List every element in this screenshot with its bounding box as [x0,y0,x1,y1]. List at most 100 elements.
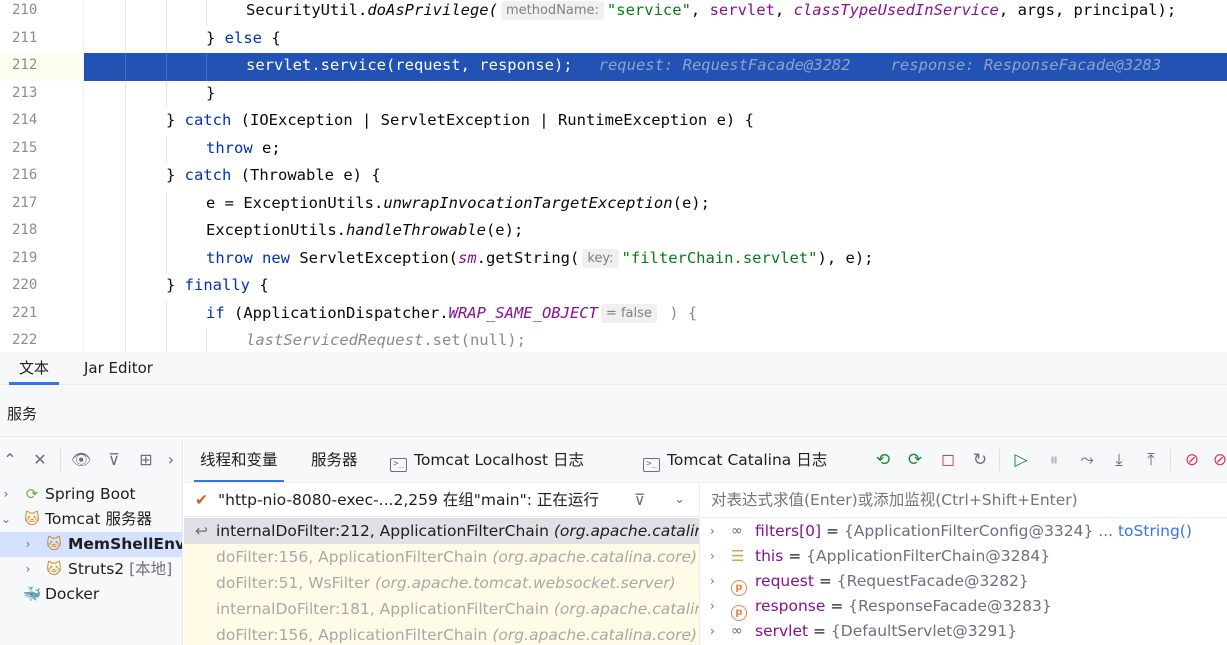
restart-debug-icon[interactable]: ⟳ [904,449,926,471]
code-text: throw e; [206,138,281,157]
code-line[interactable]: 210 SecurityUtil.doAsPrivilege(methodNam… [0,0,1227,26]
param-hint: key: [582,248,619,268]
code-text: } finally { [166,276,269,294]
code-text: lastServicedRequest.set(null); [246,331,526,349]
tab-threads-variables[interactable]: 线程和变量 [194,437,283,482]
editor-bottom-tabs: 文本 Jar Editor [0,352,1227,385]
filter-icon[interactable]: ⊽ [104,450,124,469]
eye-icon[interactable]: 👁 [71,450,91,469]
tree-item-memshellenv[interactable]: › 🐱 MemShellEnv [0,532,182,557]
variable-row[interactable]: › p request = {RequestFacade@3282} [701,569,1227,596]
collapse-all-icon[interactable]: ✕ [30,450,50,469]
field-watch-icon: ∞ [731,623,743,639]
frame-item[interactable]: doFilter:51, WsFilter (org.apache.tomcat… [184,570,699,596]
frame-item[interactable]: doFilter:156, ApplicationFilterChain (or… [184,622,699,645]
tab-text[interactable]: 文本 [8,352,60,385]
chevron-right-icon[interactable]: › [22,532,34,557]
code-text: } catch (Throwable e) { [166,166,381,184]
variable-row[interactable]: › p response = {ResponseFacade@3283} [701,594,1227,621]
current-execution-line[interactable]: 212 servlet.service(request, response); r… [0,53,1227,81]
code-text: } [206,83,216,102]
chevron-right-icon[interactable]: › [710,619,715,644]
code-text: } else { [206,28,281,47]
tree-item-docker[interactable]: 🐳 Docker [0,582,182,607]
tab-server[interactable]: 服务器 [311,437,358,482]
chevron-right-icon[interactable]: › [710,569,715,594]
frame-item[interactable]: ↩ internalDoFilter:212, ApplicationFilte… [184,518,699,544]
code-line[interactable]: 217 e = ExceptionUtils.unwrapInvocationT… [0,190,1227,218]
variable-row[interactable]: › ∞ filters[0] = {ApplicationFilterConfi… [701,519,1227,544]
tab-tomcat-localhost-log[interactable]: >_ Tomcat Localhost 日志 [390,437,584,482]
chevron-right-icon[interactable]: › [22,557,34,582]
parameter-icon: p [731,598,748,621]
pause-icon[interactable]: ⏸ [1043,449,1065,471]
code-editor[interactable]: 210 SecurityUtil.doAsPrivilege(methodNam… [0,0,1227,352]
tree-item-spring-boot[interactable]: › ⟳ Spring Boot [0,482,182,507]
code-line[interactable]: 215 throw e; [0,135,1227,163]
frame-item[interactable]: internalDoFilter:181, ApplicationFilterC… [184,596,699,622]
inline-debug-value: response: ResponseFacade@3283 [890,56,1162,74]
parameter-icon: p [731,573,748,596]
chevron-right-icon[interactable]: › [161,450,181,469]
thread-selector[interactable]: ✔ "http-nio-8080-exec-...2,259 在组"main":… [184,483,699,517]
mute-breakpoints-icon[interactable]: ⊘ [1209,449,1227,471]
chevron-right-icon[interactable]: › [710,544,715,569]
expand-all-icon[interactable]: ⌃ [0,450,20,469]
step-out-icon[interactable]: ⤒ [1140,449,1162,471]
value-hint: = false [600,303,657,323]
chevron-down-icon[interactable]: ⌄ [674,483,685,517]
debugger-tabs: 线程和变量 服务器 >_ Tomcat Localhost 日志 >_ Tomcat… [184,437,1227,483]
code-line[interactable]: 219 throw new ServletException(sm.getStr… [0,245,1227,273]
to-string-link[interactable]: ... toString() [1093,522,1192,540]
view-breakpoints-icon[interactable]: ⊘ [1181,449,1203,471]
variable-row[interactable]: › ∞ servlet = {DefaultServlet@3291} [701,619,1227,644]
code-text: servlet.service(request, response); reque… [246,56,1162,74]
code-line[interactable]: 222 lastServicedRequest.set(null); [0,328,1227,352]
filter-icon[interactable]: ⊽ [634,483,645,517]
step-into-icon[interactable]: ⤓ [1108,449,1130,471]
code-line[interactable]: 211 } else { [0,25,1227,53]
chevron-right-icon[interactable]: › [710,519,715,544]
this-object-icon: ☰ [731,547,745,565]
frame-item[interactable]: doFilter:156, ApplicationFilterChain (or… [184,544,699,570]
evaluate-expression-input[interactable] [711,483,1227,517]
chevron-down-icon[interactable]: ⌄ [0,507,12,532]
resume-icon[interactable]: ▷ [1010,449,1032,471]
code-text: SecurityUtil.doAsPrivilege(methodName: "s… [246,1,1177,20]
docker-icon: 🐳 [22,585,42,603]
tomcat-artifact-icon: 🐱 [46,560,62,578]
services-tool-window-header: 服务 [0,385,1227,437]
tree-item-tomcat[interactable]: ⌄ 🐱 Tomcat 服务器 [0,507,182,532]
check-icon: ✔ [195,491,208,509]
reload-icon[interactable]: ↻ [969,449,991,471]
variables-panel: › ∞ filters[0] = {ApplicationFilterConfi… [701,483,1227,645]
code-line[interactable]: 218 ExceptionUtils.handleThrowable(e); [0,218,1227,246]
step-over-icon[interactable]: ⤳ [1076,449,1098,471]
tomcat-icon: 🐱 [24,510,40,528]
code-text: ExceptionUtils.handleThrowable(e); [206,221,524,239]
services-title: 服务 [7,405,38,423]
return-arrow-icon: ↩ [195,522,208,540]
chevron-right-icon[interactable]: › [0,482,12,507]
code-line[interactable]: 213 } [0,80,1227,108]
gutter: 210 [0,0,84,26]
code-line[interactable]: 220 } finally { [0,273,1227,301]
stop-icon[interactable]: ◻ [937,449,959,471]
new-group-icon[interactable]: ⊞ [136,450,156,469]
variable-row[interactable]: › ☰ this = {ApplicationFilterChain@3284} [701,544,1227,569]
param-hint: methodName: [500,1,604,20]
code-line[interactable]: 216 } catch (Throwable e) { [0,163,1227,191]
frames-panel: ✔ "http-nio-8080-exec-...2,259 在组"main":… [184,483,700,645]
tree-item-struts2[interactable]: › 🐱 Struts2 [本地] [0,557,182,582]
rerun-icon[interactable]: ⟲ [872,449,894,471]
tomcat-artifact-icon: 🐱 [46,535,62,553]
terminal-icon: >_ [390,458,407,472]
watch-icon: ∞ [731,523,743,539]
tab-tomcat-catalina-log[interactable]: >_ Tomcat Catalina 日志 [643,437,827,482]
spring-boot-icon: ⟳ [25,485,39,503]
code-line[interactable]: 221 if (ApplicationDispatcher.WRAP_SAME_… [0,300,1227,328]
chevron-right-icon[interactable]: › [710,594,715,619]
code-line[interactable]: 214 } catch (IOException | ServletExcept… [0,108,1227,136]
tab-jar-editor[interactable]: Jar Editor [84,352,153,385]
terminal-icon: >_ [643,458,660,472]
